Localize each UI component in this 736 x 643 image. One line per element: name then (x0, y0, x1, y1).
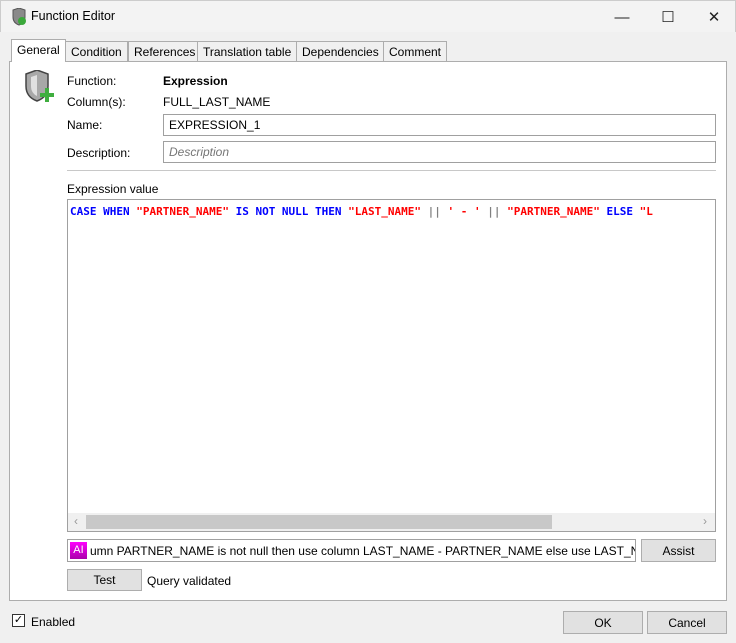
enabled-checkbox[interactable]: ✓ (12, 614, 25, 627)
columns-label: Column(s): (67, 95, 126, 109)
tab-references[interactable]: References (128, 41, 202, 62)
enabled-label: Enabled (31, 615, 76, 629)
code-token: || (421, 205, 448, 218)
minimize-button[interactable]: — (599, 1, 645, 33)
ai-icon: AI (70, 542, 87, 559)
expression-code: CASE WHEN "PARTNER_NAME" IS NOT NULL THE… (70, 205, 653, 218)
scroll-right-icon[interactable]: › (703, 514, 707, 528)
description-input[interactable] (163, 141, 716, 163)
status-text: Query validated (147, 574, 232, 588)
tab-condition[interactable]: Condition (65, 41, 128, 62)
horizontal-scrollbar[interactable]: ‹ › (68, 513, 715, 531)
maximize-button[interactable]: ☐ (645, 1, 691, 33)
expression-label: Expression value (67, 182, 159, 196)
cancel-button[interactable]: Cancel (647, 611, 727, 634)
code-token: ' - ' (447, 205, 481, 218)
code-token: || (480, 205, 508, 218)
code-token: "L (639, 205, 653, 218)
ai-prompt-text: umn PARTNER_NAME is not null then use co… (90, 544, 636, 558)
test-button[interactable]: Test (67, 569, 142, 591)
ai-prompt-field[interactable]: AI umn PARTNER_NAME is not null then use… (67, 539, 636, 562)
tab-general[interactable]: General (11, 39, 66, 62)
code-token: "PARTNER_NAME" (507, 205, 600, 218)
code-token: "PARTNER_NAME" (136, 205, 229, 218)
columns-value: FULL_LAST_NAME (163, 95, 271, 109)
scroll-left-icon[interactable]: ‹ (74, 514, 78, 528)
assist-button[interactable]: Assist (641, 539, 716, 562)
name-input[interactable] (163, 114, 716, 136)
code-token: CASE WHEN (70, 205, 137, 218)
code-token: ELSE (599, 205, 640, 218)
function-value: Expression (163, 74, 228, 88)
separator (67, 170, 716, 171)
tab-translation-table[interactable]: Translation table (197, 41, 298, 62)
shield-add-icon (25, 70, 54, 102)
function-label: Function: (67, 74, 117, 88)
name-label: Name: (67, 118, 103, 132)
close-button[interactable]: ✕ (691, 1, 736, 33)
code-token: "LAST_NAME" (348, 205, 422, 218)
tab-comment[interactable]: Comment (383, 41, 448, 62)
description-label: Description: (67, 146, 131, 160)
tab-dependencies[interactable]: Dependencies (296, 41, 385, 62)
code-token: IS NOT NULL THEN (228, 205, 349, 218)
window-title: Function Editor (31, 9, 116, 23)
shield-icon (12, 8, 26, 26)
scrollbar-thumb[interactable] (86, 515, 552, 529)
ok-button[interactable]: OK (563, 611, 643, 634)
title-bar: Function Editor — ☐ ✕ (0, 0, 736, 32)
expression-editor[interactable]: CASE WHEN "PARTNER_NAME" IS NOT NULL THE… (67, 199, 716, 532)
